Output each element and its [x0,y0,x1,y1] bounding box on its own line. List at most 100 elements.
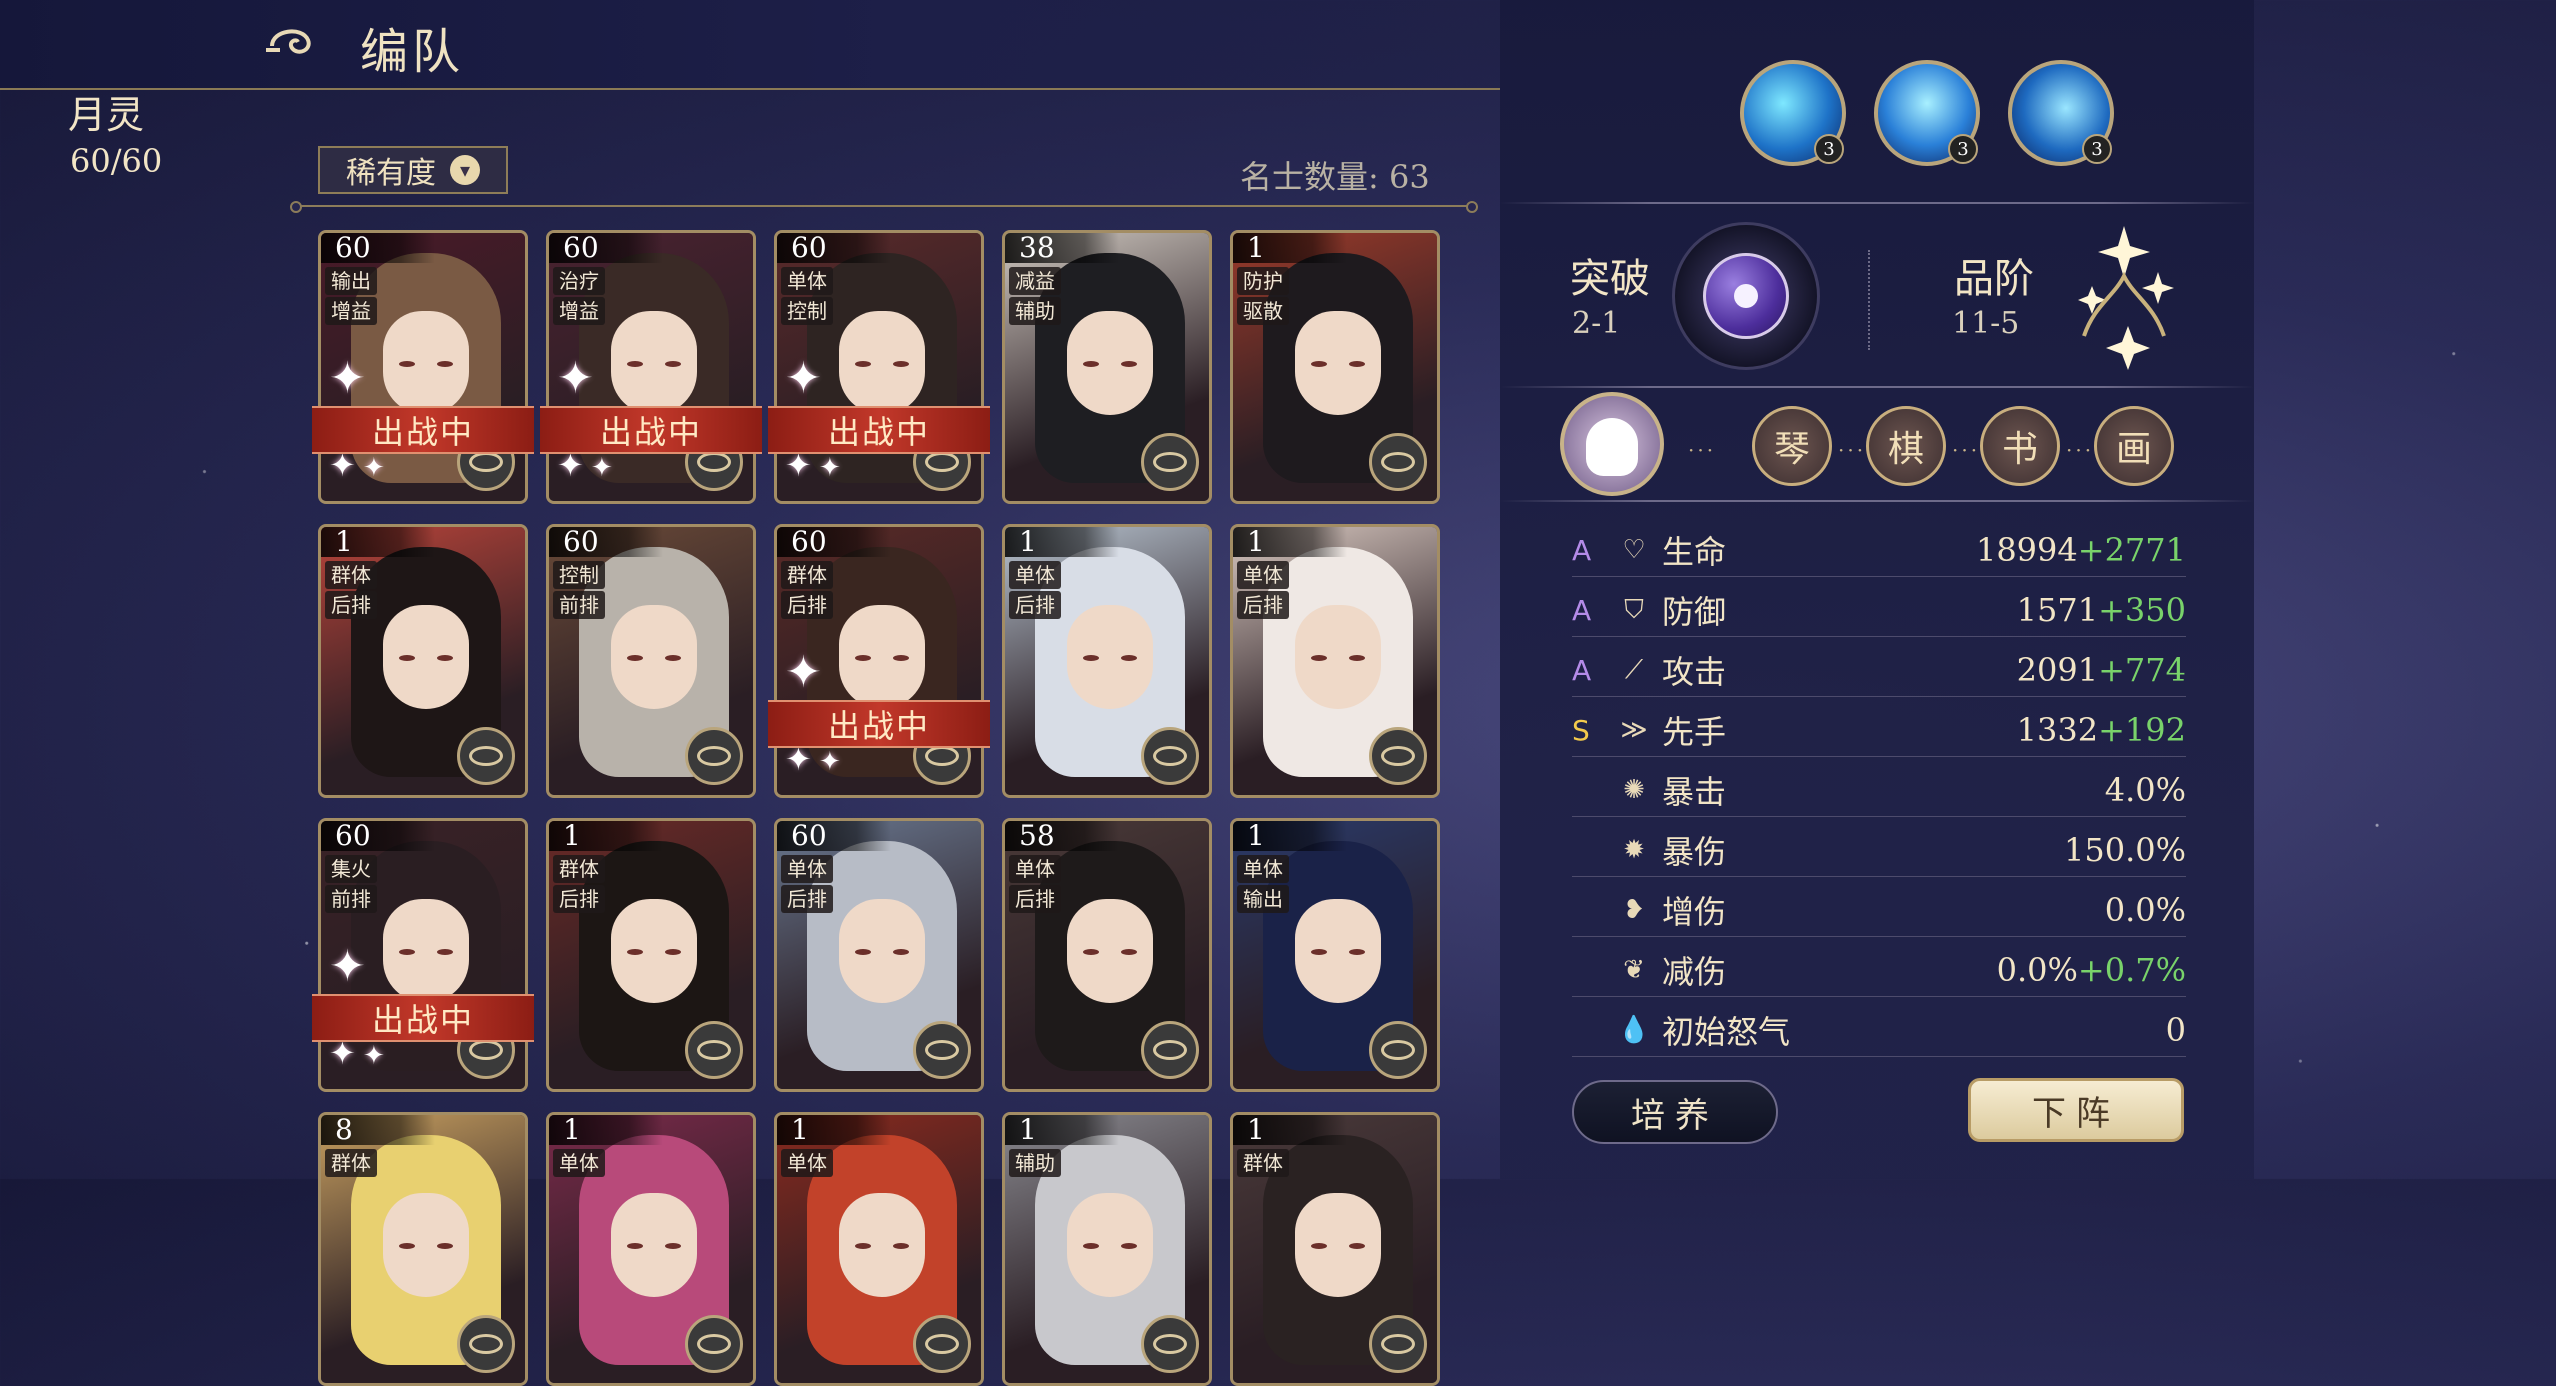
rarity-filter-label: 稀有度 [346,156,436,191]
eye [1121,655,1137,661]
hero-level: 1 [549,1115,663,1145]
hero-level: 60 [549,233,663,263]
eye [1349,361,1365,367]
hero-card[interactable]: 60 集火 前排 ✦ ✦ ✦ [318,818,528,1092]
hero-face [611,1193,697,1297]
eye [399,361,415,367]
eye [893,655,909,661]
hero-card[interactable]: 1 辅助 [1002,1112,1212,1386]
stat-value: 4.0% [2105,771,2186,809]
hero-card[interactable]: 60 单体 控制 ✦ ✦ ✦ [774,230,984,504]
role-tags: 群体 [1237,1149,1289,1177]
talent-qi[interactable]: 棋 [1866,406,1946,486]
panel-divider [1500,386,2254,388]
breakthrough-orb-icon[interactable] [1672,222,1820,370]
hero-card[interactable]: 8 群体 [318,1112,528,1386]
eye [1083,361,1099,367]
hero-face [611,311,697,415]
hero-level: 60 [321,821,435,851]
role-tag: 后排 [1237,591,1289,619]
sparkle-icon: ✦ [363,453,385,483]
eye [437,361,453,367]
grade-star-icon[interactable] [2064,216,2184,376]
skill-icon-3[interactable]: 3 [2008,60,2114,166]
sparkle-icon: ✦ [819,747,841,777]
stat-row: A ⛉ 防御 1571+350 [1572,584,2186,637]
hero-card[interactable]: 1 单体 后排 [1230,524,1440,798]
hero-card[interactable]: 1 单体 [546,1112,756,1386]
role-tag: 单体 [1009,561,1061,589]
dotted-connector: ··· [1952,438,1981,462]
role-tag: 增益 [325,297,377,325]
hero-level: 1 [1233,233,1347,263]
stat-bonus-value: +192 [2098,711,2186,749]
deployed-banner: 出战中 [312,994,534,1042]
talent-shu[interactable]: 书 [1980,406,2060,486]
role-tag: 前排 [553,591,605,619]
hero-level: 1 [1005,527,1119,557]
role-tag: 单体 [781,267,833,295]
hero-face [1295,311,1381,415]
hero-card[interactable]: 1 群体 [1230,1112,1440,1386]
eye [1311,361,1327,367]
stat-base-value: 0.0% [2104,891,2186,929]
role-tag: 后排 [325,591,377,619]
hero-card[interactable]: 1 群体 后排 [318,524,528,798]
panel-divider [1500,500,2254,502]
hero-card[interactable]: 60 群体 后排 ✦ ✦ ✦ [774,524,984,798]
hero-card[interactable]: 38 减益 辅助 [1002,230,1212,504]
role-tag: 群体 [325,1149,377,1177]
chevron-down-icon: ▾ [450,155,480,185]
hero-level: 58 [1005,821,1119,851]
eye [1121,1243,1137,1249]
remove-from-team-button[interactable]: 下阵 [1968,1078,2184,1142]
hero-card[interactable]: 60 单体 后排 [774,818,984,1092]
train-button[interactable]: 培养 [1572,1080,1778,1144]
stat-row: ✺ 暴击 4.0% [1572,764,2186,817]
hero-level: 60 [777,527,891,557]
eye [627,655,643,661]
hero-level: 8 [321,1115,435,1145]
zodiac-goat-avatar[interactable] [1560,392,1664,496]
sword-icon: ⟋ [1624,654,1644,685]
skill-icon-2[interactable]: 3 [1874,60,1980,166]
stat-name: 减伤 [1662,953,1727,991]
hero-count: 名士数量: 63 [1240,158,1430,196]
faction-emblem-icon [1141,727,1199,785]
stat-name: 暴击 [1662,773,1727,811]
eye [1349,949,1365,955]
hero-card[interactable]: 58 单体 后排 [1002,818,1212,1092]
hero-card[interactable]: 1 群体 后排 [546,818,756,1092]
role-tags: 防护 驱散 [1237,267,1289,325]
sparkle-icon: ✦ [329,941,366,992]
eye [437,949,453,955]
eye [893,361,909,367]
role-tag: 控制 [781,297,833,325]
stat-name: 生命 [1662,533,1727,571]
hero-card[interactable]: 1 单体 后排 [1002,524,1212,798]
hero-level: 1 [1233,1115,1347,1145]
hero-face [383,311,469,415]
role-tags: 群体 后排 [325,561,377,619]
eye [627,1243,643,1249]
hero-card[interactable]: 60 输出 增益 ✦ ✦ ✦ [318,230,528,504]
hero-face [839,1193,925,1297]
stat-name: 防御 [1662,593,1727,631]
role-tag: 防护 [1237,267,1289,295]
stat-base-value: 4.0% [2104,771,2186,809]
rarity-filter-dropdown[interactable]: 稀有度 ▾ [318,146,508,194]
hero-card[interactable]: 60 控制 前排 [546,524,756,798]
eye [1311,655,1327,661]
hero-level: 1 [321,527,435,557]
talent-hua[interactable]: 画 [2094,406,2174,486]
talent-qin[interactable]: 琴 [1752,406,1832,486]
hero-card[interactable]: 1 防护 驱散 [1230,230,1440,504]
hero-card[interactable]: 1 单体 [774,1112,984,1386]
stat-base-value: 2091 [2016,651,2099,689]
shield-icon: ⛉ [1624,594,1644,625]
skill-icon-1[interactable]: 3 [1740,60,1846,166]
hero-card[interactable]: 1 单体 输出 [1230,818,1440,1092]
eye [1311,949,1327,955]
deployed-banner: 出战中 [768,406,990,454]
hero-card[interactable]: 60 治疗 增益 ✦ ✦ ✦ [546,230,756,504]
